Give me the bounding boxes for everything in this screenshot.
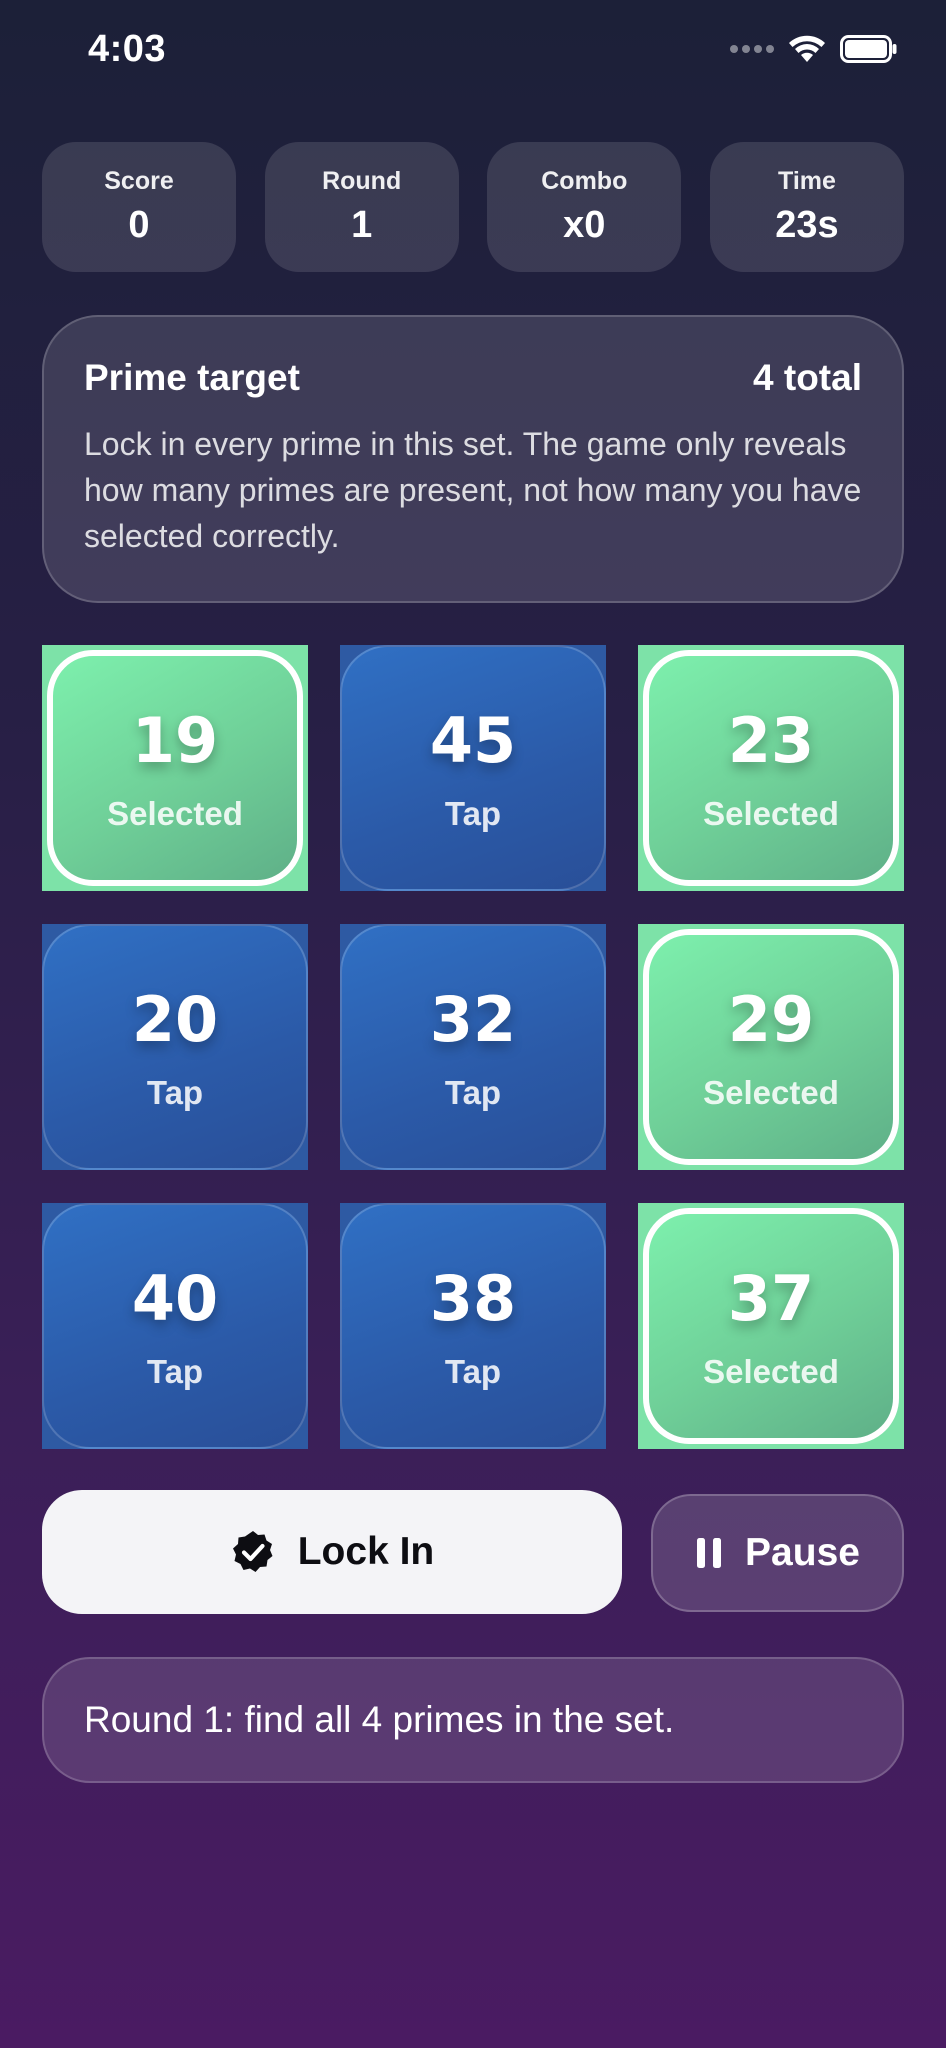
round-message: Round 1: find all 4 primes in the set.: [42, 1657, 904, 1783]
number-tile[interactable]: 19 Selected: [42, 645, 308, 891]
status-icons: [730, 34, 898, 64]
wifi-icon: [789, 35, 825, 62]
number-tile[interactable]: 20 Tap: [42, 924, 308, 1170]
number-tile[interactable]: 45 Tap: [340, 645, 606, 891]
status-bar: 4:03: [0, 0, 946, 110]
stat-label: Time: [778, 167, 836, 195]
stat-value: 1: [351, 204, 373, 246]
pause-button[interactable]: Pause: [651, 1494, 904, 1612]
combo-stat: Combo x0: [487, 142, 682, 272]
stat-value: 0: [128, 204, 150, 246]
number-tile[interactable]: 37 Selected: [638, 1203, 904, 1449]
pause-icon: [697, 1538, 722, 1568]
number-tile[interactable]: 23 Selected: [638, 645, 904, 891]
tile-number: 40: [131, 1261, 219, 1335]
tile-number: 32: [429, 982, 517, 1056]
card-title: Prime target: [84, 357, 300, 398]
tile-number: 19: [131, 703, 219, 777]
tile-number: 29: [727, 982, 815, 1056]
tile-label: Selected: [107, 794, 243, 832]
tile-label: Tap: [146, 1352, 204, 1390]
tile-label: Tap: [444, 1352, 502, 1390]
stat-value: 23s: [775, 204, 839, 246]
tile-number: 37: [727, 1261, 815, 1335]
number-tile[interactable]: 40 Tap: [42, 1203, 308, 1449]
number-tile[interactable]: 38 Tap: [340, 1203, 606, 1449]
round-stat: Round 1: [264, 142, 459, 272]
round-message-text: Round 1: find all 4 primes in the set.: [84, 1699, 675, 1740]
tile-label: Tap: [146, 1073, 204, 1111]
number-tile[interactable]: 32 Tap: [340, 924, 606, 1170]
tile-number: 20: [131, 982, 219, 1056]
pause-label: Pause: [745, 1531, 860, 1574]
stat-value: x0: [563, 204, 606, 246]
tile-number: 38: [429, 1261, 517, 1335]
tile-number: 23: [727, 703, 815, 777]
lock-in-button[interactable]: Lock In: [42, 1490, 622, 1614]
signal-dots-icon: [730, 45, 774, 53]
tile-label: Tap: [444, 1073, 502, 1111]
prime-target-card: Prime target 4 total Lock in every prime…: [42, 315, 904, 603]
tile-label: Tap: [444, 794, 502, 832]
score-stat: Score 0: [42, 142, 236, 272]
verified-check-icon: [232, 1531, 273, 1572]
status-time: 4:03: [88, 28, 167, 70]
stat-label: Combo: [541, 167, 628, 195]
stat-label: Score: [104, 167, 174, 195]
prime-total-count: 4 total: [753, 357, 862, 398]
number-tile[interactable]: 29 Selected: [638, 924, 904, 1170]
tile-number: 45: [429, 703, 517, 777]
stats-row: Score 0 Round 1 Combo x0 Time 23s: [42, 142, 904, 272]
tile-label: Selected: [703, 1073, 839, 1111]
lock-in-label: Lock In: [297, 1530, 435, 1573]
time-stat: Time 23s: [709, 142, 904, 272]
tile-label: Selected: [703, 1352, 839, 1390]
tile-label: Selected: [703, 794, 839, 832]
battery-icon: [840, 35, 897, 63]
stat-label: Round: [322, 167, 402, 195]
card-description: Lock in every prime in this set. The gam…: [84, 426, 862, 554]
